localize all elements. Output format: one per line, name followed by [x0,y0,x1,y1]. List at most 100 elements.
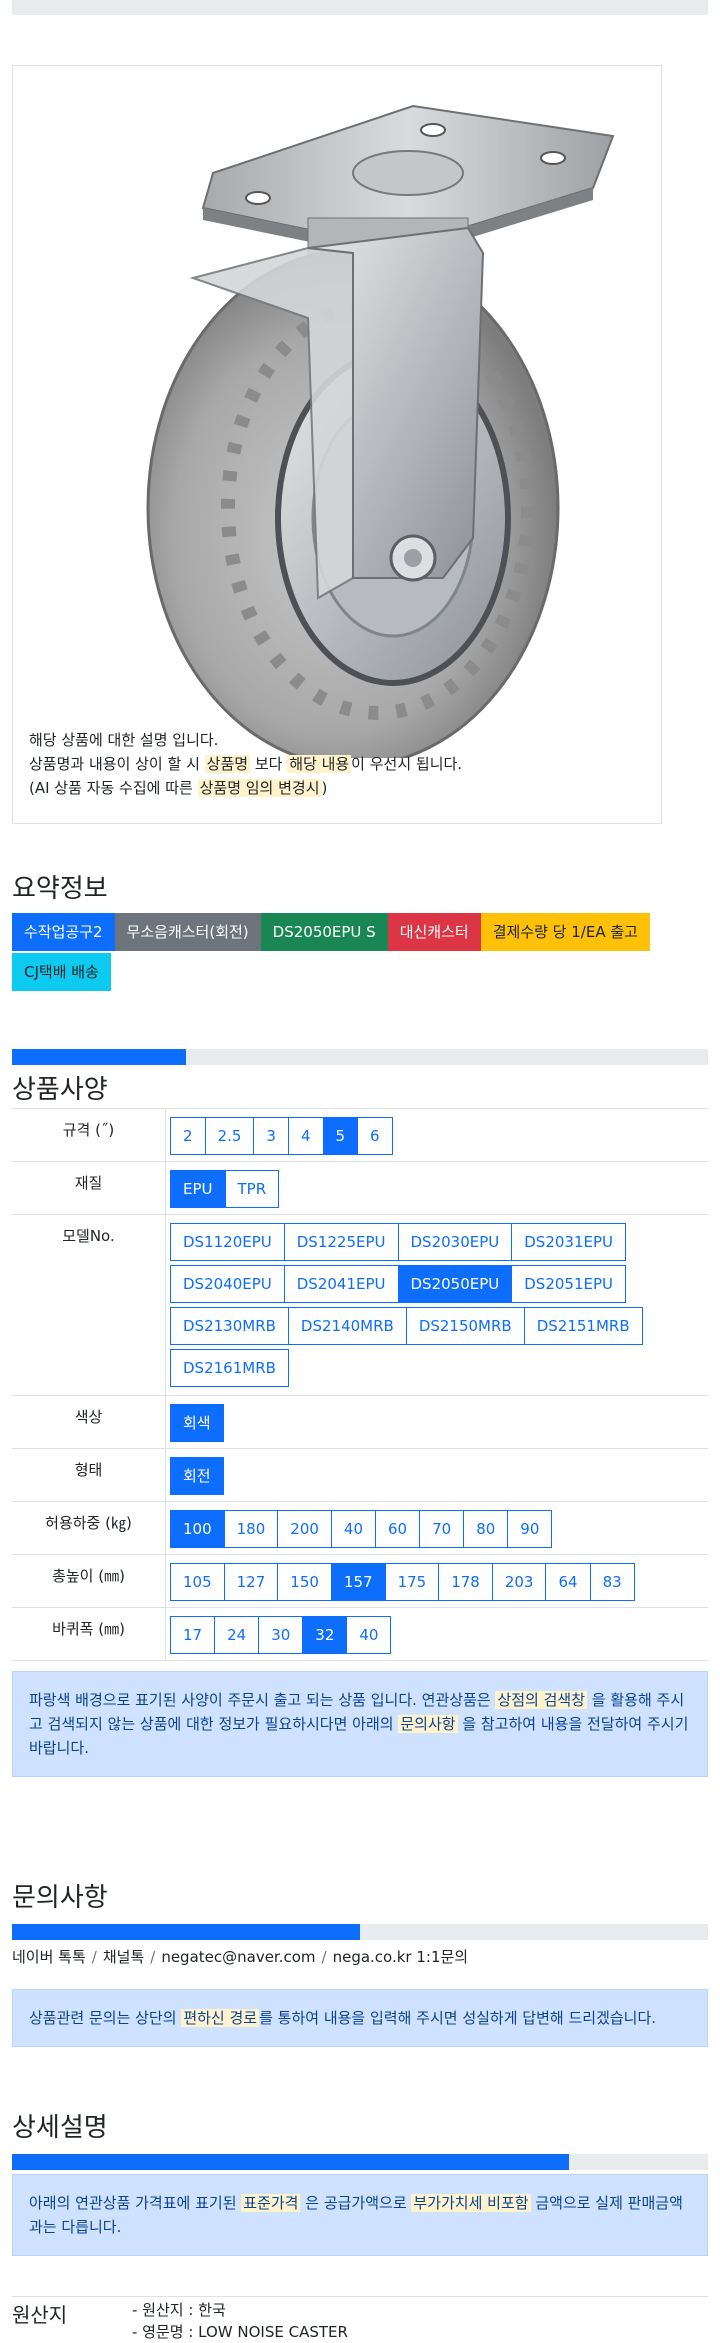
spec-option-button[interactable]: 180 [223,1510,279,1548]
detail-progress-bar [12,2154,708,2170]
spec-option-button[interactable]: 83 [589,1563,635,1601]
spec-option-button[interactable]: 157 [330,1563,386,1601]
detail-section: 상세설명 아래의 연관상품 가격표에 표기된 표준가격 은 공급가액으로 부가가… [0,2107,720,2256]
spec-option-button[interactable]: DS2150MRB [405,1307,525,1345]
inquiry-links: 네이버 톡톡 / 채널톡 / negatec@naver.com / nega.co.kr … [12,1946,708,1967]
highlight-vat-excluded: 부가가치세 비포함 [411,2194,531,2212]
spec-option-button[interactable]: DS2051EPU [511,1265,626,1303]
spec-notice: 파랑색 배경으로 표기된 사양이 주문시 출고 되는 상품 입니다. 연관상품은… [12,1671,708,1777]
spec-options-line: DS2040EPU DS2041EPU DS2050EPU DS2051EPU [170,1263,708,1305]
spec-options-line: DS2130MRB DS2140MRB DS2150MRB DS2151MRB [170,1305,708,1347]
inquiry-progress-fill [12,1924,360,1940]
spec-option-button[interactable]: DS2030EPU [397,1223,513,1261]
description-line-1: 해당 상품에 대한 설명 입니다. [29,731,219,749]
highlight-route: 편하신 경로 [181,2009,260,2027]
spec-option-button[interactable]: DS2041EPU [283,1265,399,1303]
spec-row: 총높이 (㎜) 105 127 150 157 175 178 203 64 83 [12,1555,708,1608]
summary-tag: 대신캐스터 [387,913,481,951]
spec-label: 바퀴폭 (㎜) [52,1620,125,1638]
spec-options-line: DS1120EPU DS1225EPU DS2030EPU DS2031EPU [170,1221,708,1263]
highlight-store-search: 상점의 검색창 [495,1691,588,1709]
spec-option-button[interactable]: 24 [214,1616,260,1654]
inquiry-link[interactable]: 채널톡 [103,1948,144,1966]
spec-option-button[interactable]: 175 [384,1563,440,1601]
spec-option-button[interactable]: 150 [277,1563,332,1601]
spec-option-button[interactable]: 2.5 [204,1117,255,1155]
spec-label: 규격 (˝) [62,1121,115,1139]
link-separator: / [91,1948,97,1966]
spec-option-button[interactable]: DS2140MRB [287,1307,407,1345]
spec-row: 형태 회전 [12,1449,708,1502]
top-bar [12,0,708,15]
spec-option-button[interactable]: DS2151MRB [523,1307,643,1345]
spec-option-button[interactable]: 105 [170,1563,225,1601]
spec-option-button[interactable]: 회전 [170,1457,224,1495]
spec-label: 허용하중 (㎏) [45,1514,132,1532]
spec-option-button[interactable]: 178 [438,1563,493,1601]
spec-option-button[interactable]: 17 [170,1616,216,1654]
spec-label: 색상 [74,1408,103,1426]
inquiry-link[interactable]: negatec@naver.com [161,1948,315,1966]
description-line-3: (AI 상품 자동 수집에 따른 상품명 임의 변경시) [29,779,328,797]
spec-option-button[interactable]: 2 [170,1117,206,1155]
summary-tags: 수작업공구2 무소음캐스터(회전) DS2050EPU S 대신캐스터 결제수량 당 1… [12,913,708,993]
spec-option-button[interactable]: 40 [330,1510,377,1548]
spec-option-button[interactable]: 90 [507,1510,553,1548]
spec-option-button[interactable]: EPU [170,1170,226,1208]
detail-title: 상세설명 [12,2113,108,2143]
inquiry-link[interactable]: 네이버 톡톡 [12,1948,86,1966]
spec-option-button[interactable]: 회색 [170,1404,224,1442]
spec-option-button[interactable]: 6 [357,1117,393,1155]
summary-section: 요약정보 수작업공구2 무소음캐스터(회전) DS2050EPU S 대신캐스터 결제수… [0,868,720,993]
spec-option-button[interactable]: 64 [545,1563,591,1601]
spec-option-button[interactable]: 80 [463,1510,509,1548]
spec-option-button[interactable]: 127 [223,1563,279,1601]
summary-tag: 무소음캐스터(회전) [114,913,261,951]
spec-option-button[interactable]: DS1225EPU [283,1223,399,1261]
spec-options: 2 2.5 3 4 5 6 [165,1109,708,1161]
spec-option-button[interactable]: DS2130MRB [170,1307,289,1345]
spec-option-button[interactable]: 5 [322,1117,359,1155]
product-image-card: 해당 상품에 대한 설명 입니다. 상품명과 내용이 상이 할 시 상품명 보다… [12,65,662,824]
inquiry-link[interactable]: nega.co.kr 1:1문의 [333,1948,469,1966]
spec-options-line: DS2161MRB [170,1347,708,1389]
spec-options: 100 180 200 40 60 70 80 90 [165,1502,708,1554]
spec-option-button[interactable]: 40 [346,1616,392,1654]
spec-label: 총높이 (㎜) [52,1567,125,1585]
spec-option-button[interactable]: DS1120EPU [170,1223,285,1261]
detail-notice: 아래의 연관상품 가격표에 표기된 표준가격 은 공급가액으로 부가가치세 비포… [12,2174,708,2256]
spec-row: 바퀴폭 (㎜) 17 24 30 32 40 [12,1608,708,1661]
inquiry-section: 문의사항 네이버 톡톡 / 채널톡 / negatec@naver.com / nega.c… [0,1877,720,2047]
spec-option-button[interactable]: 70 [419,1510,465,1548]
spec-table: 규격 (˝) 2 2.5 3 4 5 6 재질 EPU TPR 모델No. DS1120EPU DS12… [12,1108,708,1661]
summary-tag: 수작업공구2 [12,913,115,951]
summary-tag: DS2050EPU S [260,913,388,951]
spec-row: 색상 회색 [12,1396,708,1449]
spec-option-button[interactable]: DS2050EPU [397,1265,513,1303]
summary-tag: 결제수량 당 1/EA 출고 [480,913,650,951]
spec-option-button[interactable]: 3 [253,1117,289,1155]
description-line-2: 상품명과 내용이 상이 할 시 상품명 보다 해당 내용 이 우선시 됩니다. [29,755,463,773]
link-separator: / [321,1948,327,1966]
spec-option-button[interactable]: 100 [170,1510,225,1548]
origin-item: - 영문명 : LOW NOISE CASTER [132,2323,348,2341]
spec-option-button[interactable]: 60 [375,1510,421,1548]
spec-option-button[interactable]: DS2161MRB [170,1349,289,1387]
spec-option-button[interactable]: 30 [258,1616,304,1654]
spec-option-button[interactable]: 32 [302,1616,348,1654]
highlight-standard-price: 표준가격 [241,2194,301,2212]
inquiry-title: 문의사항 [12,1883,108,1913]
link-separator: / [150,1948,156,1966]
spec-option-button[interactable]: TPR [224,1170,280,1208]
highlight-inquiry: 문의사항 [398,1715,458,1733]
spec-option-button[interactable]: DS2040EPU [170,1265,285,1303]
spec-options: DS1120EPU DS1225EPU DS2030EPU DS2031EPU DS20… [165,1215,708,1395]
spec-progress-fill [12,1049,186,1065]
spec-option-button[interactable]: DS2031EPU [511,1223,626,1261]
spec-row: 허용하중 (㎏) 100 180 200 40 60 70 80 90 [12,1502,708,1555]
spec-options: 105 127 150 157 175 178 203 64 83 [165,1555,708,1607]
spec-option-button[interactable]: 203 [491,1563,547,1601]
spec-option-button[interactable]: 200 [277,1510,332,1548]
spec-option-button[interactable]: 4 [287,1117,324,1155]
summary-title: 요약정보 [12,874,108,904]
